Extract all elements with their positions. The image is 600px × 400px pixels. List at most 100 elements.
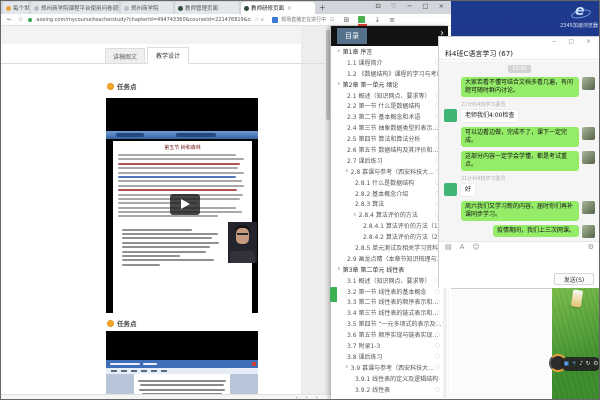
toc-item[interactable]: ∧2.8 慕课与参考（西安科技大…○ [331, 166, 448, 177]
gear-icon[interactable]: ⚙ [588, 243, 594, 251]
toc-item[interactable]: 2.2 第一节 什么是数据结构○ [331, 100, 448, 111]
toc-item[interactable]: 2.4 第三节 抽象数据类型的表示…○ [331, 122, 448, 133]
collapse-caret-icon[interactable]: ∧ [353, 212, 357, 218]
back-icon[interactable]: ← [7, 16, 12, 23]
toc-item[interactable]: 2.1 概述（知识网点、要求等）○ [331, 90, 448, 101]
clipboard-icon[interactable]: ▤ [445, 243, 452, 251]
toc-item[interactable]: ∧第1章 序言 [331, 46, 448, 57]
toc-item[interactable]: 3.8 课后练习○ [331, 351, 448, 362]
browser-tab[interactable]: 教师研修页面× [241, 2, 315, 14]
toc-item[interactable]: 3.2 第一节 线性表的基本概念○ [331, 286, 448, 297]
toc-item[interactable]: 3.1 概述（知识网点、要求等）○ [331, 275, 448, 286]
floatbar-icon[interactable]: ⚙ [593, 361, 598, 367]
emoji-icon[interactable]: ☺ [472, 243, 479, 251]
lecture-video-2[interactable] [106, 331, 258, 399]
browser-tab[interactable]: 郑州商学院 [121, 2, 173, 14]
chat-toolbar: ▤ A ☺ ⚙ [439, 241, 600, 252]
toc-item-label: 3.9 慕课与参考（西安科技大… [351, 363, 434, 372]
toc-item[interactable]: 3.9.2 线性表○ [331, 384, 448, 395]
toc-item[interactable]: 3.7 附录1-3○ [331, 340, 448, 351]
toc-item[interactable]: ∧2.8.4 算法评价的方法○ [331, 209, 448, 220]
toc-item[interactable]: ∧3.9 慕课与参考（西安科技大…○ [331, 362, 448, 373]
play-button[interactable] [170, 194, 200, 215]
avatar[interactable] [582, 77, 595, 90]
secure-lock-icon [28, 18, 32, 22]
lecture-video-1[interactable]: 第五节 树和森林 [106, 98, 258, 313]
chat-message-row: 这部分内容一定学会学懂，都是考试重点。 [444, 151, 595, 171]
toc-item-label: 2.5 第四节 算法和算法分析 [347, 134, 420, 143]
address-bar-url[interactable]: aoxing.com/mycourse/teacherstudy?chapter… [36, 17, 251, 23]
progress-circle-icon: ○ [435, 342, 440, 349]
toc-item[interactable]: 2.3 第二节 基本概念和术语○ [331, 111, 448, 122]
toc-item[interactable]: 3.6 第五节 顺序实现与链表实现…○ [331, 329, 448, 340]
floatbar-icon[interactable]: ♪ [579, 361, 583, 367]
progress-circle-icon: ○ [435, 375, 440, 382]
apps-grid-icon[interactable]: ⊞ [343, 16, 349, 24]
toc-item[interactable]: 2.6 第五节 数据结构及其评价和…○ [331, 144, 448, 155]
avatar[interactable] [582, 151, 595, 164]
toc-title-tab[interactable]: 目录 [337, 28, 367, 44]
browser-tab[interactable]: 郑州商学院课程平台使用问卷调查 [31, 2, 119, 14]
avatar[interactable] [444, 183, 457, 196]
tab-close-icon[interactable]: × [287, 5, 292, 12]
tab-lecture-text[interactable]: 讲稿图文 [105, 48, 145, 64]
menu-icon[interactable]: ≡ [389, 16, 395, 24]
collapse-caret-icon[interactable]: ∧ [337, 81, 341, 87]
floatbar-icon[interactable]: + [572, 361, 577, 367]
browser-tab[interactable]: 教师管理页面 [175, 2, 239, 14]
download-arrow-icon[interactable]: ↓ [374, 16, 380, 24]
collapse-caret-icon[interactable]: ∧ [337, 48, 341, 54]
ie-browser-icon[interactable]: e [571, 3, 595, 23]
toc-item-label: 3.9.2 线性表 [355, 385, 390, 394]
toc-item[interactable]: 2.8.1 什么是数据结构○ [331, 177, 448, 188]
avatar[interactable] [582, 127, 595, 140]
avatar[interactable] [582, 201, 595, 214]
browser-window-controls[interactable]: ⊡ ♡ − □ × [375, 2, 448, 10]
wechat-window-controls[interactable]: − □ × [551, 38, 596, 45]
font-icon[interactable]: A [460, 243, 465, 251]
toc-item-label: 2.8.3 算法 [355, 199, 384, 208]
url-star-dropdown[interactable]: ☆ ∨ [254, 17, 264, 23]
toc-item[interactable]: 3.9.1 线性表的定义及逻辑结构○ [331, 373, 448, 384]
toc-item[interactable]: 2.5 第四节 算法和算法分析○ [331, 133, 448, 144]
avatar[interactable] [444, 109, 457, 122]
toc-item[interactable]: ∧第2章 第一单元 绪论 [331, 79, 448, 90]
send-button[interactable]: 发送(S) [554, 273, 594, 285]
hotsearch-text[interactable]: 现场直播正在进行中 [281, 16, 326, 23]
tab-label: 教师研修页面 [251, 4, 284, 12]
drawer-green-handle[interactable] [330, 287, 337, 302]
collapse-caret-icon[interactable]: ∧ [345, 364, 349, 370]
floatbar-icon[interactable]: ↻ [586, 361, 591, 367]
toc-item[interactable]: 3.3 第二节 线性表的顺序表示和…○ [331, 296, 448, 307]
tab-teaching-design[interactable]: 教学设计 [147, 47, 189, 64]
bookmark-star-icon[interactable]: ☆ [18, 16, 23, 23]
toc-item[interactable]: 1.1 课程简介○ [331, 57, 448, 68]
toc-item[interactable]: 2.8.5 单元测试及相关学习资料○ [331, 242, 448, 253]
toc-item-label: 2.6 第五节 数据结构及其评价和… [347, 145, 438, 154]
toc-item[interactable]: ∧第3章 第二单元 线性表 [331, 264, 448, 275]
floating-toolbar-icons[interactable]: ▣+♪↻⚙ [561, 357, 600, 371]
doc-text-line [122, 233, 218, 235]
toc-item[interactable]: 2.9 画龙点睛（本章节知识梳理与…○ [331, 253, 448, 264]
toc-item[interactable]: 3.4 第三节 线性表的链式表示和…○ [331, 307, 448, 318]
new-tab-button[interactable]: + [319, 3, 326, 12]
floating-toolbar[interactable]: ▣+♪↻⚙ [549, 355, 600, 373]
toc-item[interactable]: 2.8.4.1 算法评价的方法（1）○ [331, 220, 448, 231]
toc-item[interactable]: 3.5 第四节 “一元多项式的表示及…○ [331, 318, 448, 329]
progress-circle-icon: ○ [435, 298, 440, 305]
toc-item[interactable]: 2.8.2 基本概念介绍○ [331, 188, 448, 199]
doc-text-line [118, 167, 238, 169]
chat-input[interactable] [439, 252, 600, 272]
toc-item[interactable]: 2.8.3 算法○ [331, 198, 448, 209]
toc-item[interactable]: 2.7 课后练习○ [331, 155, 448, 166]
toc-item-label: 3.5 第四节 “一元多项式的表示及… [347, 319, 441, 328]
collapse-caret-icon[interactable]: ∧ [345, 168, 349, 174]
floatbar-icon[interactable]: ▣ [564, 361, 570, 367]
collapse-caret-icon[interactable]: ∧ [337, 266, 341, 272]
browser-tab[interactable]: 每个世界 [3, 2, 29, 14]
avatar[interactable] [582, 225, 595, 238]
toc-item-label: 第3章 第二单元 线性表 [343, 265, 405, 274]
download-manager-icon[interactable] [358, 16, 365, 23]
toc-item[interactable]: 2.8.4.2 算法评价的方法（2）○ [331, 231, 448, 242]
toc-item[interactable]: 1.2 《数据结构》课程的学习与考试○ [331, 68, 448, 79]
